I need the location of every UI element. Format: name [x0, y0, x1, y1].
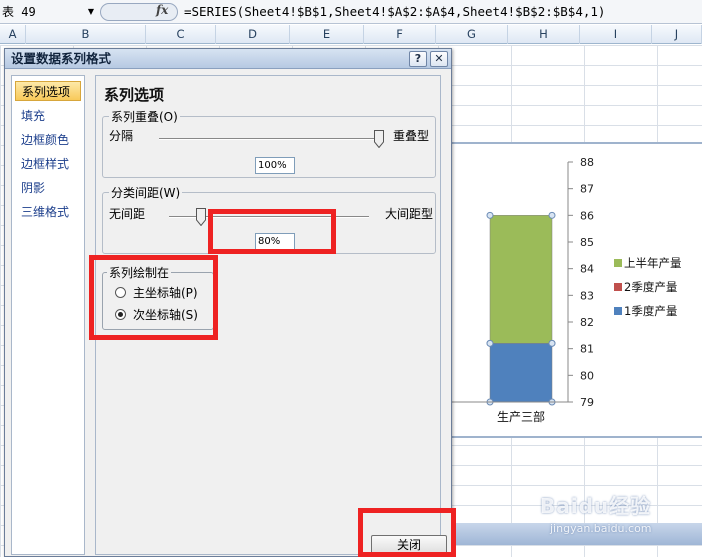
- nav-item-3d-format[interactable]: 三维格式: [15, 202, 81, 222]
- overlap-group: 系列重叠(O) 分隔 重叠型 100%: [102, 108, 436, 178]
- y-tick-label: 80: [580, 369, 594, 382]
- dialog-title: 设置数据系列格式: [11, 51, 112, 66]
- y-tick-label: 84: [580, 263, 594, 276]
- fx-icon[interactable]: fx: [156, 3, 168, 17]
- legend-swatch: [614, 283, 622, 291]
- legend-swatch: [614, 307, 622, 315]
- gap-width-legend: 分类间距(W): [109, 184, 183, 201]
- nav-item-border-style[interactable]: 边框样式: [15, 154, 81, 174]
- formula-input[interactable]: =SERIES(Sheet4!$B$1,Sheet4!$A$2:$A$4,She…: [184, 2, 605, 22]
- column-header-h[interactable]: H: [508, 25, 580, 44]
- column-header-a[interactable]: A: [0, 25, 26, 44]
- y-tick-label: 88: [580, 156, 594, 169]
- overlap-value-input[interactable]: 100%: [255, 157, 295, 174]
- overlap-right-label: 重叠型: [393, 129, 430, 143]
- chart-area[interactable]: 79 80 81 82 83 84 85 86 87 88 生产三部 上半年产量 2季度产量 1季度产量: [452, 142, 702, 438]
- selection-handle: [486, 211, 494, 219]
- column-header-g[interactable]: G: [436, 25, 508, 44]
- gap-width-slider-thumb[interactable]: [196, 208, 206, 226]
- dialog-titlebar[interactable]: 设置数据系列格式 ? ✕: [5, 49, 451, 69]
- legend-entry: 上半年产量: [624, 256, 682, 270]
- format-series-dialog: 设置数据系列格式 ? ✕ 系列选项 填充 边框颜色 边框样式 阴影 三维格式 系…: [4, 48, 452, 557]
- formula-bar: 表 49 ▼ fx =SERIES(Sheet4!$B$1,Sheet4!$A$…: [0, 0, 702, 24]
- y-tick-label: 85: [580, 236, 594, 249]
- column-header-i[interactable]: I: [580, 25, 652, 44]
- legend-swatch: [614, 259, 622, 267]
- column-header-row: A B C D E F G H I J: [0, 25, 702, 44]
- selection-handle: [548, 339, 556, 347]
- nav-item-fill[interactable]: 填充: [15, 106, 81, 126]
- y-tick-label: 82: [580, 316, 594, 329]
- column-header-f[interactable]: F: [364, 25, 436, 44]
- nav-item-shadow[interactable]: 阴影: [15, 178, 81, 198]
- column-header-e[interactable]: E: [290, 25, 364, 44]
- column-header-j[interactable]: J: [652, 25, 702, 44]
- legend-entry: 1季度产量: [624, 304, 677, 318]
- gap-width-right-label: 大间距型: [385, 207, 434, 221]
- overlap-legend: 系列重叠(O): [109, 108, 180, 125]
- name-box[interactable]: 表 49: [0, 2, 96, 22]
- help-button[interactable]: ?: [409, 51, 427, 67]
- chart-svg: 79 80 81 82 83 84 85 86 87 88 生产三部 上半年产量 2季度产量 1季度产量: [452, 156, 682, 424]
- y-tick-label: 83: [580, 289, 594, 302]
- chevron-down-icon[interactable]: ▼: [86, 4, 96, 20]
- x-category-label: 生产三部: [497, 409, 545, 424]
- highlight-plot-on: [89, 255, 218, 340]
- close-icon[interactable]: ✕: [430, 51, 448, 67]
- category-list: 系列选项 填充 边框颜色 边框样式 阴影 三维格式: [11, 75, 85, 555]
- nav-item-series-options[interactable]: 系列选项: [15, 81, 81, 101]
- y-tick-label: 86: [580, 209, 594, 222]
- bar-segment-1[interactable]: [489, 343, 553, 403]
- overlap-slider-track[interactable]: [159, 138, 379, 140]
- y-tick-label: 81: [580, 343, 594, 356]
- gap-width-left-label: 无间距: [109, 207, 146, 221]
- section-title: 系列选项: [104, 86, 165, 104]
- column-header-d[interactable]: D: [216, 25, 290, 44]
- overlap-slider-thumb[interactable]: [374, 130, 384, 148]
- legend-entry: 2季度产量: [624, 280, 677, 294]
- highlight-close-button: [358, 508, 456, 557]
- bar-segment-3[interactable]: [489, 215, 553, 344]
- y-tick-label: 79: [580, 396, 594, 409]
- column-header-c[interactable]: C: [146, 25, 216, 44]
- watermark-logo: Baidu经验: [540, 494, 652, 518]
- selection-handle: [548, 211, 556, 219]
- watermark-url: jingyan.baidu.com: [550, 522, 652, 535]
- selection-handle: [486, 339, 494, 347]
- y-tick-label: 87: [580, 183, 594, 196]
- highlight-gap-width: [208, 209, 336, 254]
- column-header-b[interactable]: B: [26, 25, 146, 44]
- overlap-left-label: 分隔: [109, 129, 134, 143]
- nav-item-border-color[interactable]: 边框颜色: [15, 130, 81, 150]
